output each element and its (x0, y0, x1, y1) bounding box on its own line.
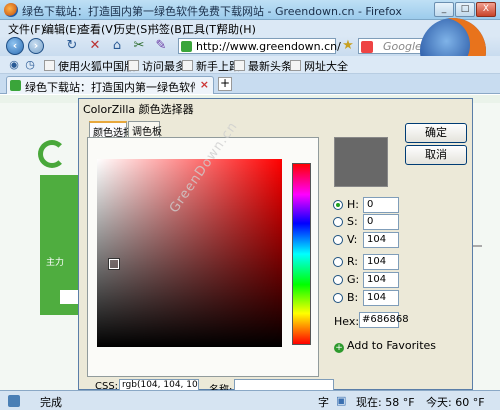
g-input[interactable]: 104 (363, 272, 399, 288)
color-swatch (334, 137, 388, 187)
weather-current[interactable]: 现在: 58 °F (356, 394, 415, 410)
greendown-logo-icon (38, 140, 66, 168)
tab-color-picker[interactable]: 颜色选择 (89, 121, 133, 139)
tab-palette[interactable]: 调色板 (128, 121, 162, 138)
site-favicon-icon (10, 80, 21, 91)
tab-greendown[interactable]: 绿色下载站：打造国内第一绿色软件免... × (6, 76, 214, 94)
panel-text: 主力 (46, 258, 65, 268)
search-placeholder: Google (383, 40, 422, 53)
minimize-button[interactable]: _ (434, 2, 454, 17)
bookmark-item[interactable]: 新手上路 (182, 58, 240, 74)
menu-help[interactable]: 帮助(H) (217, 21, 256, 37)
cancel-button[interactable]: 取消 (405, 145, 467, 165)
stop-icon[interactable]: ✕ (87, 38, 103, 54)
picker-marker[interactable] (109, 259, 119, 269)
radio-g[interactable] (333, 275, 343, 285)
saturation-value-field[interactable] (97, 159, 282, 347)
radio-v[interactable] (333, 235, 343, 245)
new-tab-button[interactable]: + (218, 77, 232, 91)
url-text: http://www.greendown.cn/ (196, 40, 341, 53)
page-icon (234, 60, 245, 71)
firefox-icon (4, 3, 18, 17)
tab-strip: 绿色下载站：打造国内第一绿色软件免... × + (0, 74, 500, 94)
google-icon (361, 41, 373, 53)
page-icon (128, 60, 139, 71)
bookmark-item[interactable]: 使用火狐中国版 (44, 58, 135, 74)
r-input[interactable]: 104 (363, 254, 399, 270)
bookmark-star-icon[interactable]: ★ (340, 38, 356, 54)
radio-b[interactable] (333, 293, 343, 303)
clock-icon[interactable]: ◷ (22, 57, 38, 73)
menu-bookmarks[interactable]: 书签(B) (148, 21, 186, 37)
bookmark-item[interactable]: 网址大全 (290, 58, 348, 74)
bookmark-item[interactable]: 访问最多 (128, 58, 186, 74)
window-title: 绿色下载站：打造国内第一绿色软件免费下载网站 - Greendown.cn - … (22, 5, 402, 18)
status-bar: 完成 字 ▣ 现在: 58 °F 今天: 60 °F (0, 390, 500, 410)
home-icon[interactable]: ⌂ (109, 38, 125, 54)
menu-tools[interactable]: 工具(T) (183, 21, 220, 37)
bookmark-item[interactable]: 最新头条 (234, 58, 292, 74)
add-to-favorites-link[interactable]: + Add to Favorites (334, 339, 436, 353)
url-bar[interactable]: http://www.greendown.cn/ (178, 38, 341, 54)
status-text: 完成 (40, 396, 62, 409)
radio-r[interactable] (333, 257, 343, 267)
close-button[interactable]: X (476, 2, 496, 17)
screen-icon[interactable]: ▣ (336, 394, 346, 407)
menu-view[interactable]: 查看(V) (79, 21, 117, 37)
hex-input[interactable]: #686868 (359, 312, 409, 328)
site-favicon-icon (181, 41, 192, 52)
menu-history[interactable]: 历史(S) (114, 21, 152, 37)
status-icon (8, 395, 20, 407)
title-bar: 绿色下载站：打造国内第一绿色软件免费下载网站 - Greendown.cn - … (0, 0, 500, 20)
page-icon (290, 60, 301, 71)
reload-icon[interactable]: ↻ (64, 38, 80, 54)
colorzilla-dialog: ColorZilla 颜色选择器 颜色选择 调色板 确定 取消 H: 0 S: … (78, 98, 473, 396)
search-input[interactable]: Google (358, 38, 428, 54)
page-icon (44, 60, 55, 71)
weather-today[interactable]: 今天: 60 °F (426, 394, 485, 410)
eyedropper-icon[interactable]: ✎ (153, 38, 169, 54)
add-icon: + (334, 343, 344, 353)
s-input[interactable]: 0 (363, 214, 399, 230)
ime-indicator[interactable]: 字 (318, 394, 329, 410)
bookmarks-toolbar: ◉ ◷ 使用火狐中国版 访问最多 新手上路 最新头条 网址大全 (0, 56, 500, 74)
menu-file[interactable]: 文件(F) (8, 21, 45, 37)
tab-label: 绿色下载站：打造国内第一绿色软件免... (25, 81, 195, 94)
dialog-title: ColorZilla 颜色选择器 (79, 99, 472, 116)
forward-button[interactable]: › (28, 38, 44, 54)
v-input[interactable]: 104 (363, 232, 399, 248)
addon-icon[interactable]: ✂ (131, 38, 147, 54)
ok-button[interactable]: 确定 (405, 123, 467, 143)
page-icon (182, 60, 193, 71)
hex-label: Hex: (334, 315, 360, 328)
tab-close-icon[interactable]: × (200, 78, 209, 91)
b-input[interactable]: 104 (363, 290, 399, 306)
rss-icon[interactable]: ◉ (6, 57, 22, 73)
hue-slider[interactable] (292, 163, 311, 345)
back-button[interactable]: ‹ (6, 37, 24, 55)
h-input[interactable]: 0 (363, 197, 399, 213)
radio-h[interactable] (333, 200, 343, 210)
radio-s[interactable] (333, 217, 343, 227)
maximize-button[interactable]: □ (455, 2, 475, 17)
menu-edit[interactable]: 编辑(E) (43, 21, 81, 37)
